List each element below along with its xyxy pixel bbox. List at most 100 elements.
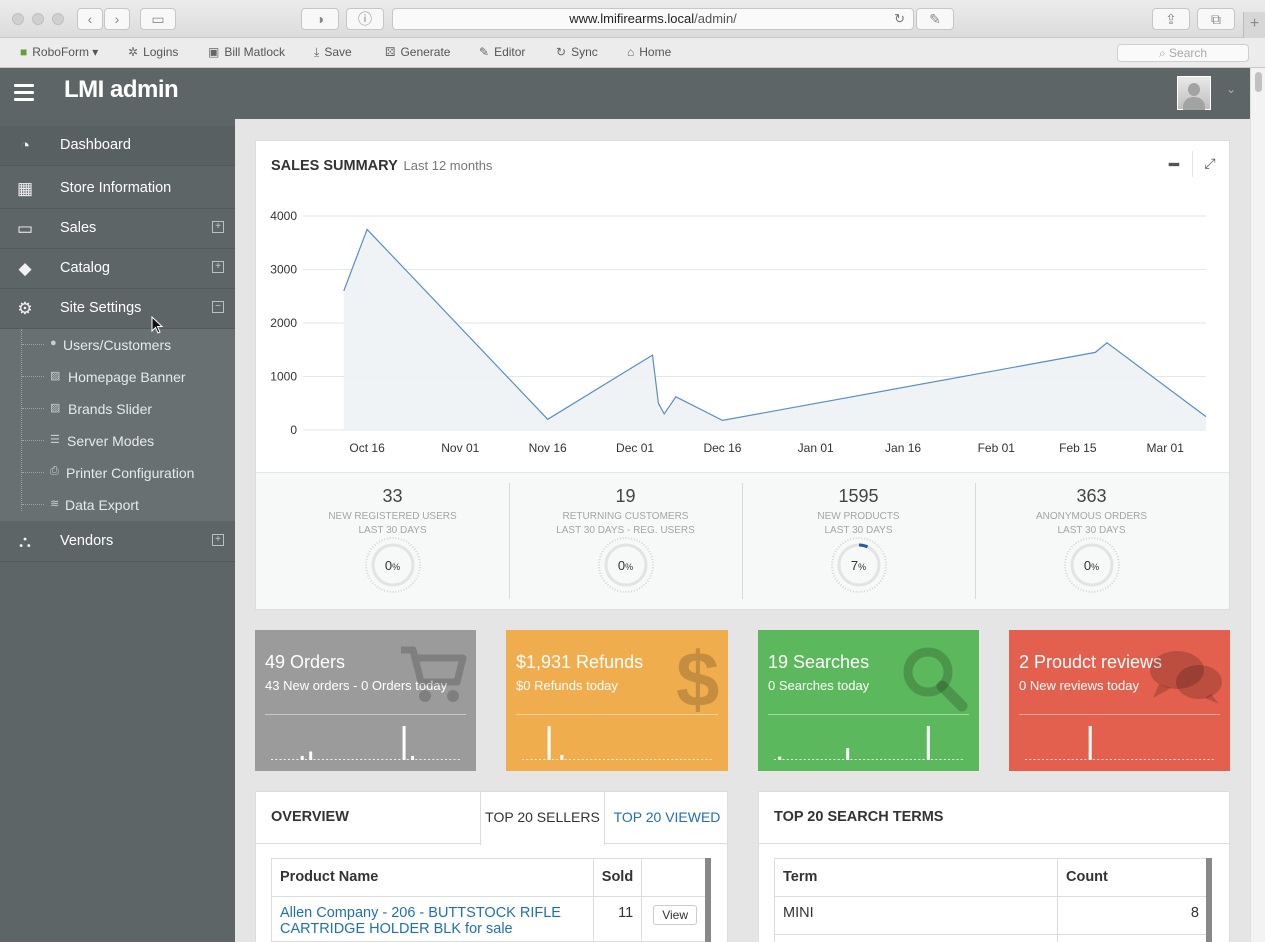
identity-button[interactable]: ▣ Bill Matlock	[208, 45, 285, 59]
sidebar-item-catalog[interactable]: ◆ Catalog +	[0, 249, 235, 289]
ring-tick	[1113, 550, 1116, 553]
table-scrollbar[interactable]	[1206, 858, 1212, 942]
spark-bar	[445, 759, 448, 760]
reload-icon[interactable]: ↻	[894, 9, 905, 29]
tree-connector	[22, 408, 44, 409]
tree-connector	[22, 440, 44, 441]
share-icon[interactable]: ⇪	[1152, 8, 1190, 30]
ring-tick	[877, 582, 880, 585]
ring-tick	[409, 583, 412, 587]
submenu-item-data-export[interactable]: ≋ Data Export	[0, 489, 235, 521]
sidebar-item-site-settings[interactable]: ⚙ Site Settings −	[0, 289, 235, 329]
editor-button[interactable]: ✎ Editor	[479, 45, 525, 59]
table-scrollbar[interactable]	[705, 858, 711, 942]
ring-tick	[373, 583, 376, 587]
menu-toggle-icon[interactable]	[14, 84, 34, 102]
logins-button[interactable]: ✲ Logins	[128, 45, 178, 59]
ring-tick	[837, 545, 840, 548]
home-button[interactable]: ⌂ Home	[627, 45, 671, 59]
ring-tick	[1099, 589, 1101, 592]
ring-tick	[831, 572, 834, 575]
sidebar-item-dashboard[interactable]: ◔ Dashboard	[0, 126, 235, 166]
stat-value: 19	[615, 486, 636, 506]
minimize-window-icon[interactable]	[32, 13, 44, 25]
spark-bar	[402, 726, 406, 760]
spark-bar	[1182, 759, 1185, 760]
sync-button[interactable]: ↻ Sync	[556, 45, 598, 59]
spark-bar	[615, 759, 618, 760]
tab-top-20-sellers[interactable]: TOP 20 SELLERS	[480, 792, 605, 845]
product-link[interactable]: Allen Company - 206 - BUTTSTOCK RIFLE CAR…	[280, 905, 561, 937]
ring-tick	[369, 548, 372, 551]
page-scrollbar[interactable]	[1250, 68, 1265, 942]
ring-tick	[640, 585, 643, 588]
scrollbar-thumb[interactable]	[1255, 72, 1262, 92]
spark-bar	[884, 759, 887, 760]
new-tab-icon[interactable]: +	[1243, 12, 1265, 38]
edit-icon[interactable]: ✎	[916, 8, 954, 30]
x-tick-label: Feb 01	[978, 441, 1016, 455]
picture-icon: ▨	[50, 370, 61, 382]
spark-bar	[1143, 759, 1146, 760]
orders-tile[interactable]: 49 Orders 43 New orders - 0 Orders today	[255, 630, 476, 771]
searches-tile[interactable]: 19 Searches 0 Searches today	[758, 630, 979, 771]
ring-tick	[416, 553, 419, 555]
sidebar-item-vendors[interactable]: ⛬ Vendors +	[0, 522, 235, 562]
tree-connector	[22, 472, 44, 473]
save-button[interactable]: ⤓ Save	[314, 45, 352, 60]
spark-bar	[1109, 759, 1112, 760]
spark-bar	[654, 759, 657, 760]
spark-bar	[415, 759, 418, 760]
expand-icon[interactable]: +	[212, 534, 224, 546]
ring-tick	[649, 553, 652, 555]
tile-divider	[768, 714, 969, 715]
expand-panel-icon[interactable]: ⤢	[1198, 155, 1222, 175]
spark-bar	[287, 759, 290, 760]
sidebar-item-store-information[interactable]: ▦ Store Information	[0, 169, 235, 209]
ring-tick	[873, 585, 876, 588]
sidebar-item-sales[interactable]: ▭ Sales +	[0, 209, 235, 249]
stat-anonymous-orders: 363 ANONYMOUS ORDERS LAST 30 DAYS 0%	[975, 473, 1208, 610]
submenu-item-brands-slider[interactable]: ▨ Brands Slider	[0, 393, 235, 425]
roboform-ext-icon[interactable]: ◑	[301, 8, 339, 30]
spark-bar	[586, 759, 588, 760]
spark-bar	[428, 759, 431, 760]
reviews-tile[interactable]: 2 Proudct reviews 0 New reviews today	[1009, 630, 1230, 771]
toolbar-search-input[interactable]: ⌕ Search	[1117, 44, 1249, 62]
spark-bar	[875, 759, 878, 760]
submenu-item-homepage-banner[interactable]: ▨ Homepage Banner	[0, 361, 235, 393]
ring-tick	[407, 542, 410, 545]
spark-bar	[351, 759, 354, 760]
spark-bar	[786, 759, 789, 760]
expand-icon[interactable]: +	[212, 221, 224, 233]
view-button[interactable]: View	[653, 905, 697, 925]
info-icon[interactable]: ⓘ	[346, 8, 384, 30]
x-tick-label: Dec 01	[616, 441, 654, 455]
avatar[interactable]	[1177, 76, 1211, 110]
collapse-icon[interactable]: −	[212, 301, 224, 313]
ring-tick	[839, 543, 842, 547]
address-bar[interactable]: www.lmifirearms.local/admin/ ↻	[392, 8, 914, 30]
forward-icon[interactable]: ›	[104, 8, 130, 30]
close-window-icon[interactable]	[12, 13, 24, 25]
expand-icon[interactable]: +	[212, 261, 224, 273]
minimize-panel-icon[interactable]: ━	[1162, 155, 1186, 175]
submenu-item-users-customers[interactable]: ● Users/Customers	[0, 329, 235, 361]
generate-button[interactable]: ⚄ Generate	[385, 45, 450, 59]
tabs-icon[interactable]: ⧉	[1197, 8, 1235, 30]
ring-tick	[1072, 543, 1075, 547]
logins-icon: ✲	[128, 45, 139, 59]
ring-tick	[1074, 585, 1077, 588]
refunds-tile[interactable]: $1,931 Refunds $0 Refunds today $	[506, 630, 728, 771]
zoom-window-icon[interactable]	[52, 13, 64, 25]
submenu-item-printer-configuration[interactable]: ⎙ Printer Configuration	[0, 457, 235, 489]
roboform-button[interactable]: ■ RoboForm ▾	[20, 45, 98, 59]
chevron-down-icon[interactable]: ⌄	[1226, 82, 1236, 96]
submenu-item-server-modes[interactable]: ☰ Server Modes	[0, 425, 235, 457]
stat-value: 1595	[838, 486, 879, 506]
ring-tick	[378, 540, 380, 543]
back-icon[interactable]: ‹	[77, 8, 103, 30]
sidebar-toggle-icon[interactable]: ▭	[140, 8, 176, 30]
tab-top-20-viewed[interactable]: TOP 20 VIEWED	[605, 792, 729, 844]
spark-bar	[607, 759, 610, 760]
